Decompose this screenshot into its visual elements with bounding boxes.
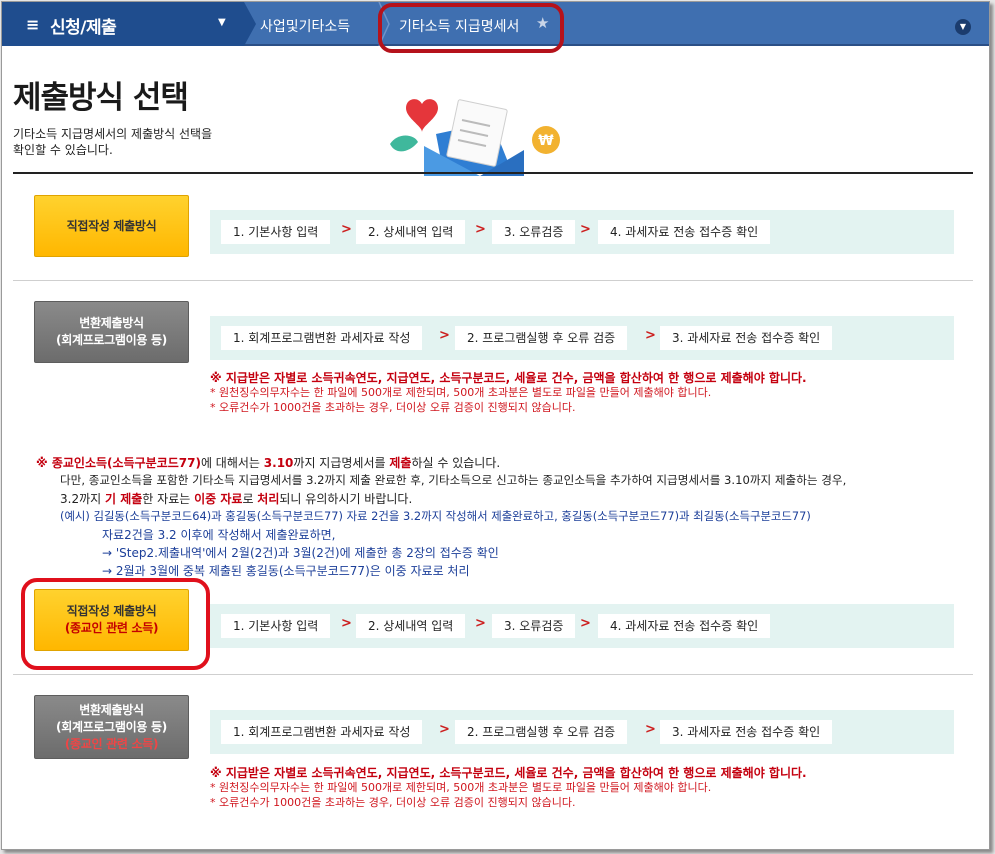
hamburger-icon[interactable]: ≡ [26,15,39,34]
error-limit-note: * 오류건수가 1000건을 초과하는 경우, 더이상 오류 검증이 진행되지 … [210,796,576,809]
religion-notice: ※ 종교인소득(소득구분코드77)에 대해서는 3.10까지 지급명세서를 제출… [36,456,501,470]
arrow-icon: > [341,616,352,631]
arrow-icon: > [439,328,450,343]
expand-icon[interactable]: ▼ [955,19,971,35]
convert-religion-steps-strip: 1. 회계프로그램변환 과세자료 작성 > 2. 프로그램실행 후 오류 검증 … [210,710,954,754]
step-program-check: 2. 프로그램실행 후 오류 검증 [455,720,628,744]
arrow-icon: > [580,616,591,631]
page-title: 제출방식 선택 [13,80,189,116]
app-window: ≡ 신청/제출 ▼ 사업및기타소득 기타소득 지급명세서 ★ ▼ 제출방식 선택… [1,1,990,850]
section-divider [13,674,973,675]
convert-submit-button[interactable]: 변환제출방식 (회계프로그램이용 등) [34,301,189,363]
heart-icon [406,99,438,132]
envelope-illustration: ₩ [390,99,560,176]
religion-detail-2: 3.2까지 기 제출한 자료는 이중 자료로 처리되니 유의하시기 바랍니다. [60,492,413,506]
step-transmit: 3. 과세자료 전송 접수증 확인 [660,720,833,744]
direct-submit-button[interactable]: 직접작성 제출방식 [34,195,189,257]
step-error-check: 3. 오류검증 [492,220,576,244]
step-detail: 2. 상세내역 입력 [356,614,466,638]
arrow-icon: > [475,616,486,631]
arrow-icon: > [475,222,486,237]
error-limit-note: * 오류건수가 1000건을 초과하는 경우, 더이상 오류 검증이 진행되지 … [210,401,576,414]
header-divider [13,172,973,174]
step-transmit: 3. 과세자료 전송 접수증 확인 [660,326,833,350]
step-convert: 1. 회계프로그램변환 과세자료 작성 [221,720,423,744]
convert-religion-submit-button[interactable]: 변환제출방식 (회계프로그램이용 등) (종교인 관련 소득) [34,695,189,759]
step-convert: 1. 회계프로그램변환 과세자료 작성 [221,326,423,350]
menu-title[interactable]: 신청/제출 [50,13,117,38]
file-limit-note: * 원천징수의무자수는 한 파일에 500개로 제한되며, 500개 초과분은 … [210,386,712,399]
example-line-1: (예시) 김길동(소득구분코드64)과 홍길동(소득구분코드77) 자료 2건을… [60,509,811,523]
step-error-check: 3. 오류검증 [492,614,576,638]
leaf-icon [390,135,418,152]
arrow-icon: > [645,722,656,737]
direct-steps-strip: 1. 기본사항 입력 > 2. 상세내역 입력 > 3. 오류검증 > 4. 과… [210,210,954,254]
highlight-ring [378,3,564,53]
arrow-icon: > [580,222,591,237]
example-line-4: → 2월과 3월에 중복 제출된 홍길동(소득구분코드77)은 이중 자료로 처… [102,564,470,578]
svg-text:₩: ₩ [538,133,554,149]
arrow-icon: > [341,222,352,237]
caret-down-icon[interactable]: ▼ [218,17,226,28]
example-line-3: → 'Step2.제출내역'에서 2월(2건)과 3월(2건)에 제출한 총 2… [102,546,499,560]
arrow-icon: > [645,328,656,343]
step-program-check: 2. 프로그램실행 후 오류 검증 [455,326,628,350]
menu-dropdown[interactable]: ≡ 신청/제출 ▼ [2,2,244,46]
step-transmit: 4. 과세자료 전송 접수증 확인 [598,220,771,244]
step-transmit: 4. 과세자료 전송 접수증 확인 [598,614,771,638]
breadcrumb-item-business-income[interactable]: 사업및기타소득 [260,16,350,36]
direct-religion-steps-strip: 1. 기본사항 입력 > 2. 상세내역 입력 > 3. 오류검증 > 4. 과… [210,604,954,648]
step-basic-info: 1. 기본사항 입력 [221,614,331,638]
arrow-icon: > [439,722,450,737]
convert-steps-strip: 1. 회계프로그램변환 과세자료 작성 > 2. 프로그램실행 후 오류 검증 … [210,316,954,360]
step-detail: 2. 상세내역 입력 [356,220,466,244]
highlight-ring [21,578,210,670]
file-limit-note: * 원천징수의무자수는 한 파일에 500개로 제한되며, 500개 초과분은 … [210,781,712,794]
example-line-2: 자료2건을 3.2 이후에 작성해서 제출완료하면, [102,528,336,542]
step-basic-info: 1. 기본사항 입력 [221,220,331,244]
page-description: 기타소득 지급명세서의 제출방식 선택을 확인할 수 있습니다. [13,127,213,157]
breadcrumb-separator-icon [244,2,256,46]
religion-detail-1: 다만, 종교인소득을 포함한 기타소득 지급명세서를 3.2까지 제출 완료한 … [60,473,847,487]
section-divider [13,280,973,281]
